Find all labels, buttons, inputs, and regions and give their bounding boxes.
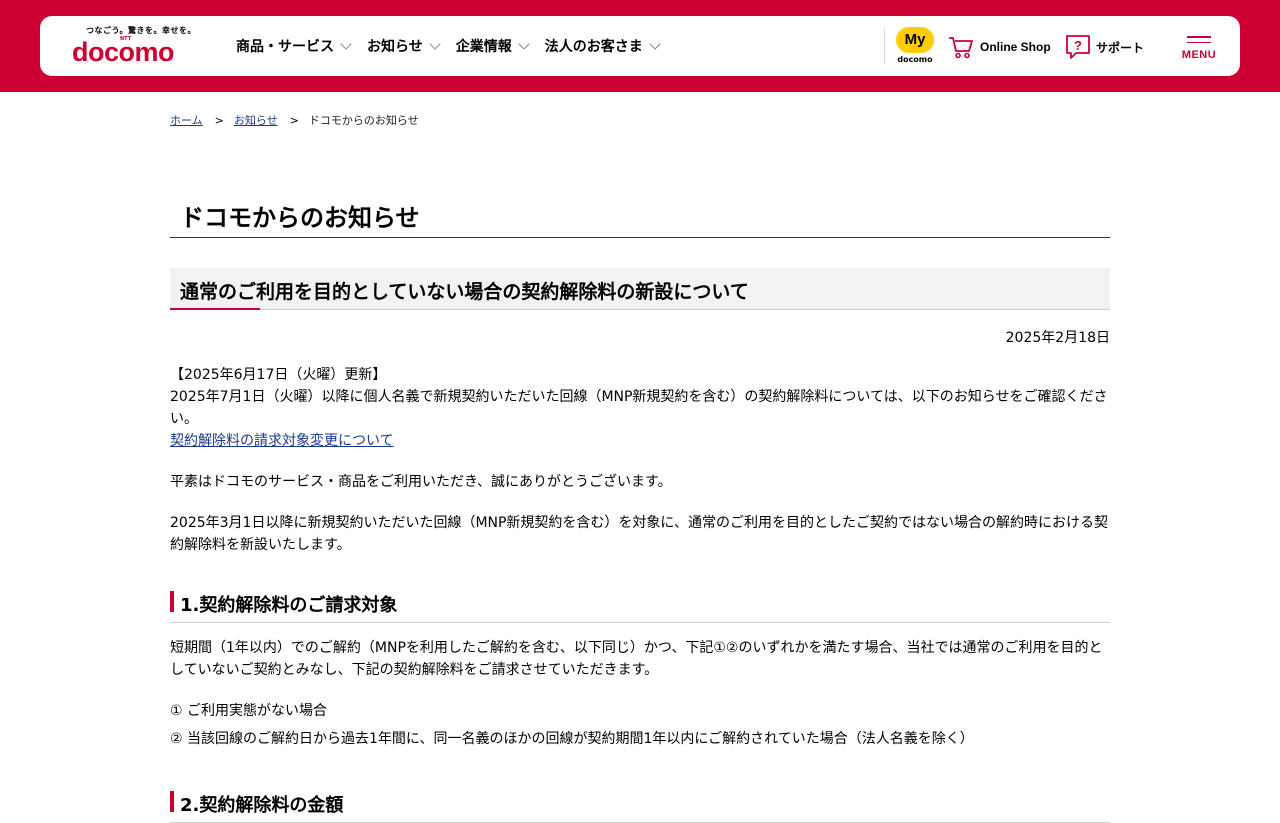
chevron-down-icon	[518, 38, 530, 50]
section1-body: 短期間（1年以内）でのご解約（MNPを利用したご解約を含む、以下同じ）かつ、下記…	[170, 640, 1103, 678]
publish-date: 2025年2月18日	[1005, 330, 1110, 346]
update-link[interactable]: 契約解除料の請求対象変更について	[170, 433, 394, 449]
my-docomo-sublabel: docomo	[897, 55, 933, 64]
support-label: サポート	[1096, 40, 1145, 55]
help-icon: ?	[1066, 35, 1090, 59]
condition-item-1: ① ご利用実態がない場合	[170, 703, 328, 719]
chevron-down-icon	[340, 38, 352, 50]
section-heading-text: 2.契約解除料の金額	[180, 795, 344, 816]
update-heading: 【2025年6月17日（火曜）更新】	[170, 367, 387, 383]
logo-wordmark: docomo	[72, 37, 175, 67]
heading-accent-bar	[170, 591, 174, 612]
my-docomo-icon: My	[896, 27, 934, 53]
support-link[interactable]: ? サポート	[1064, 34, 1144, 60]
breadcrumb: ホーム > お知らせ > ドコモからのお知らせ	[170, 112, 1110, 128]
nav-item-corporate[interactable]: 企業情報	[455, 36, 530, 56]
svg-text:?: ?	[1074, 38, 1082, 53]
online-shop-label: Online Shop	[980, 40, 1051, 54]
online-shop-link[interactable]: Online Shop	[948, 35, 1051, 59]
nav-item-label: 法人のお客さま	[544, 39, 643, 55]
site-header: つなごう。驚きを。幸せを。 NTT docomo 商品・サービス お知らせ 企業…	[40, 16, 1240, 76]
title-accent-bar	[170, 308, 260, 310]
section-heading-2: 2.契約解除料の金額	[170, 790, 1110, 823]
nav-item-label: 企業情報	[455, 39, 512, 55]
chevron-down-icon	[649, 38, 661, 50]
intro-text: 2025年3月1日以降に新規契約いただいた回線（MNP新規契約を含む）を対象に、…	[170, 515, 1109, 553]
hamburger-icon	[1187, 36, 1211, 47]
notice-title-box: 通常のご利用を目的としていない場合の契約解除料の新設について	[170, 268, 1110, 310]
nav-item-news[interactable]: お知らせ	[367, 36, 441, 56]
nav-item-label: お知らせ	[367, 39, 423, 55]
section-heading-1: 1.契約解除料のご請求対象	[170, 590, 1110, 623]
menu-label: MENU	[1181, 49, 1217, 61]
main-content: ホーム > お知らせ > ドコモからのお知らせ ドコモからのお知らせ 通常のご利…	[170, 112, 1110, 823]
section-heading-text: 1.契約解除料のご請求対象	[180, 595, 398, 616]
breadcrumb-separator: >	[289, 113, 299, 127]
global-nav: 商品・サービス お知らせ 企業情報 法人のお客さま	[236, 36, 676, 56]
update-notice: 【2025年6月17日（火曜）更新】 2025年7月1日（火曜）以降に個人名義で…	[170, 364, 1110, 452]
menu-button[interactable]: MENU	[1180, 33, 1218, 63]
header-divider	[884, 28, 885, 64]
breadcrumb-home-link[interactable]: ホーム	[170, 112, 203, 128]
docomo-logo[interactable]: つなごう。驚きを。幸せを。 NTT docomo	[72, 25, 202, 69]
update-body: 2025年7月1日（火曜）以降に個人名義で新規契約いただいた回線（MNP新規契約…	[170, 389, 1108, 427]
chevron-down-icon	[429, 38, 441, 50]
heading-accent-bar	[170, 791, 174, 812]
breadcrumb-separator: >	[214, 113, 224, 127]
my-docomo-button[interactable]: My docomo	[894, 27, 936, 67]
greeting-text: 平素はドコモのサービス・商品をご利用いただき、誠にありがとうございます。	[170, 474, 672, 490]
breadcrumb-current: ドコモからのお知らせ	[308, 114, 419, 127]
nav-item-products[interactable]: 商品・サービス	[236, 36, 352, 56]
page-title: ドコモからのお知らせ	[170, 198, 1110, 238]
breadcrumb-news-link[interactable]: お知らせ	[234, 112, 278, 128]
nav-item-label: 商品・サービス	[236, 39, 334, 55]
nav-item-business[interactable]: 法人のお客さま	[544, 36, 661, 56]
cart-icon	[949, 37, 973, 59]
condition-item-2: ② 当該回線のご解約日から過去1年間に、同一名義のほかの回線が契約期間1年以内に…	[170, 731, 974, 747]
notice-title: 通常のご利用を目的としていない場合の契約解除料の新設について	[180, 281, 749, 303]
logo-tagline: つなごう。驚きを。幸せを。	[86, 26, 197, 35]
